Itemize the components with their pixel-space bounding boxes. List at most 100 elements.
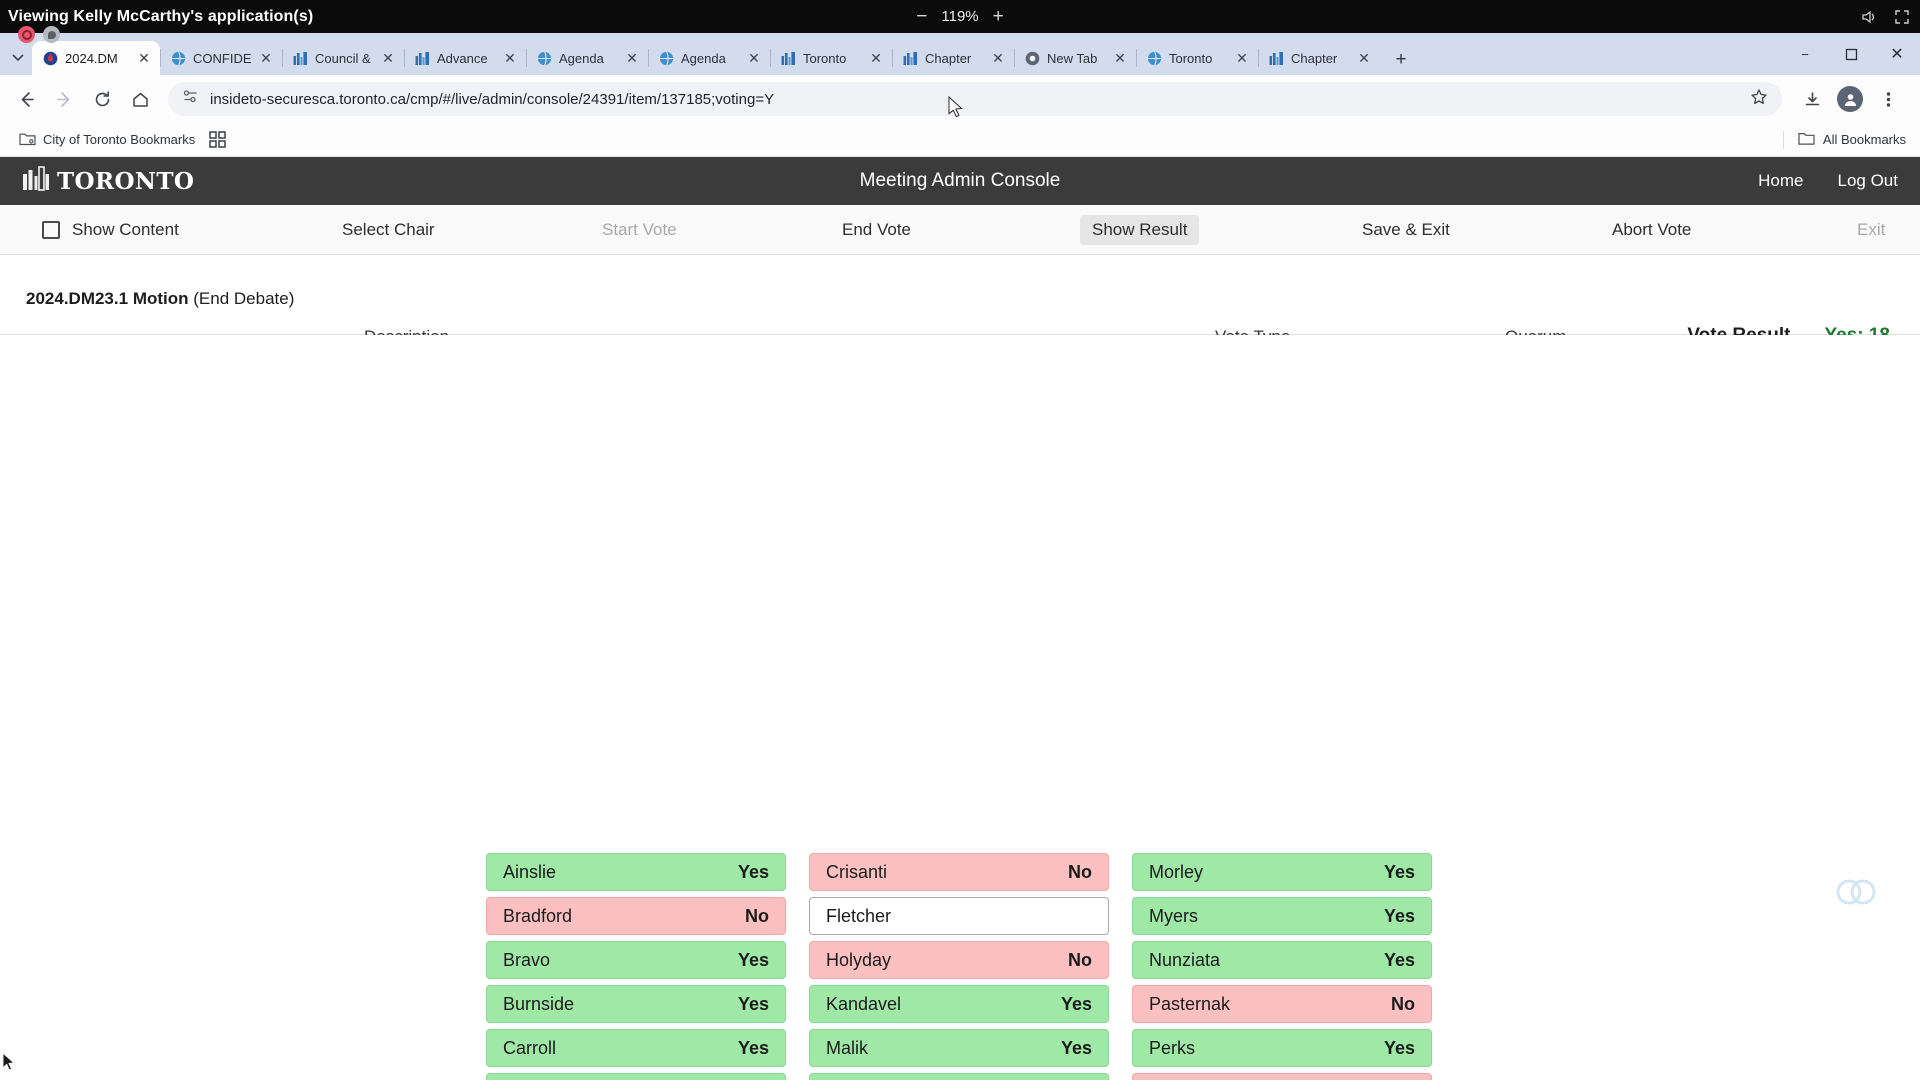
tab-close-icon[interactable]: ✕ bbox=[379, 49, 397, 67]
address-bar[interactable]: insideto-securesca.toronto.ca/cmp/#/live… bbox=[168, 82, 1782, 116]
tab-close-icon[interactable]: ✕ bbox=[623, 49, 641, 67]
vote-value: Yes bbox=[1383, 1037, 1415, 1058]
pointer-share-icon[interactable] bbox=[43, 26, 60, 43]
header-link-logout[interactable]: Log Out bbox=[1838, 171, 1899, 191]
action-save-exit[interactable]: Save & Exit bbox=[1350, 215, 1462, 245]
bookmark-folder-city-of-toronto[interactable]: City of Toronto Bookmarks bbox=[12, 127, 202, 153]
vote-column-1: Ainslie Yes Bradford No Bravo Yes Burnside Yes C… bbox=[486, 853, 786, 1080]
vote-row[interactable]: Bravo Yes bbox=[486, 941, 786, 979]
chrome-menu-icon[interactable] bbox=[1870, 81, 1906, 117]
tab-title: Chapter bbox=[925, 50, 972, 66]
record-icon[interactable] bbox=[18, 26, 35, 43]
vote-row[interactable]: Pasternak No bbox=[1132, 985, 1432, 1023]
show-content-checkbox[interactable] bbox=[42, 220, 60, 239]
vote-row[interactable]: Carroll Yes bbox=[486, 1029, 786, 1067]
vote-row[interactable]: Nunziata Yes bbox=[1132, 941, 1432, 979]
councillor-name: Ainslie bbox=[503, 861, 557, 882]
new-tab-button[interactable]: + bbox=[1386, 45, 1416, 75]
maximize-button[interactable] bbox=[1828, 33, 1874, 75]
action-label: Start Vote bbox=[602, 219, 677, 239]
apps-grid-icon[interactable] bbox=[202, 127, 233, 152]
browser-tab-8[interactable]: Chapter ✕ bbox=[892, 41, 1014, 75]
motion-meta-row: 2024.DM23.1 Motion (End Debate) bbox=[0, 255, 1920, 335]
vote-row[interactable]: ChengYes bbox=[486, 1073, 786, 1080]
chrome-icon bbox=[1025, 51, 1040, 65]
app-header: TORONTO Meeting Admin Console Home Log O… bbox=[0, 157, 1920, 205]
browser-tab-7[interactable]: Toronto ✕ bbox=[770, 41, 892, 75]
tab-close-icon[interactable]: ✕ bbox=[135, 49, 153, 67]
toronto-building-icon bbox=[415, 51, 429, 65]
vote-row[interactable]: Myers Yes bbox=[1132, 897, 1432, 935]
downloads-icon[interactable] bbox=[1794, 81, 1830, 117]
browser-tab-6[interactable]: Agenda ✕ bbox=[648, 41, 770, 75]
tab-title: 2024.DM bbox=[65, 50, 118, 66]
back-icon[interactable] bbox=[8, 81, 44, 117]
browser-tab-9[interactable]: New Tab ✕ bbox=[1014, 41, 1136, 75]
action-show-content[interactable]: Show Content bbox=[30, 215, 191, 245]
vote-value: Yes bbox=[1060, 993, 1092, 1014]
action-label: End Vote bbox=[842, 219, 912, 239]
fullscreen-icon[interactable] bbox=[1894, 9, 1910, 25]
header-link-home[interactable]: Home bbox=[1758, 171, 1803, 191]
vote-row[interactable]: Holyday No bbox=[809, 941, 1109, 979]
action-label: Show Content bbox=[72, 219, 179, 239]
vote-row[interactable]: MantasYes bbox=[809, 1073, 1109, 1080]
browser-tab-10[interactable]: Toronto ✕ bbox=[1136, 41, 1258, 75]
close-window-button[interactable]: ✕ bbox=[1874, 33, 1920, 75]
action-end-vote[interactable]: End Vote bbox=[830, 215, 923, 245]
tab-close-icon[interactable]: ✕ bbox=[1111, 49, 1129, 67]
zoom-out-button[interactable]: − bbox=[916, 7, 927, 26]
browser-tab-4[interactable]: Advance ✕ bbox=[404, 41, 526, 75]
vote-row[interactable]: Malik Yes bbox=[809, 1029, 1109, 1067]
tab-close-icon[interactable]: ✕ bbox=[501, 49, 519, 67]
browser-tab-3[interactable]: Council & ✕ bbox=[282, 41, 404, 75]
toronto-building-icon bbox=[414, 50, 431, 67]
tab-close-icon[interactable]: ✕ bbox=[745, 49, 763, 67]
tab-close-icon[interactable]: ✕ bbox=[257, 49, 275, 67]
vote-row[interactable]: Crisanti No bbox=[809, 853, 1109, 891]
action-show-result[interactable]: Show Result bbox=[1080, 214, 1200, 245]
minimize-button[interactable]: − bbox=[1782, 33, 1828, 75]
tab-list: 2024.DM ✕ CONFIDE ✕ Council & ✕ Advance ✕ Agenda… bbox=[32, 41, 1380, 75]
profile-avatar[interactable] bbox=[1832, 81, 1868, 117]
action-label: Exit bbox=[1857, 219, 1886, 239]
browser-tab-2[interactable]: CONFIDE ✕ bbox=[160, 41, 282, 75]
action-abort-vote[interactable]: Abort Vote bbox=[1600, 215, 1703, 245]
vote-row[interactable]: Burnside Yes bbox=[486, 985, 786, 1023]
forward-icon[interactable] bbox=[46, 81, 82, 117]
tab-close-icon[interactable]: ✕ bbox=[989, 49, 1007, 67]
zoom-in-button[interactable]: + bbox=[993, 7, 1004, 26]
bookmark-star-icon[interactable] bbox=[1750, 88, 1768, 110]
vote-value: Yes bbox=[737, 949, 769, 970]
vote-row[interactable]: Morley Yes bbox=[1132, 853, 1432, 891]
toronto-building-icon bbox=[1269, 51, 1283, 65]
councillor-name: Kandavel bbox=[826, 993, 902, 1014]
vote-column-2: Crisanti No Fletcher Holyday No Kandavel Yes Ma… bbox=[809, 853, 1109, 1080]
councillor-name: Morley bbox=[1149, 861, 1204, 882]
tab-close-icon[interactable]: ✕ bbox=[1233, 49, 1251, 67]
vote-row[interactable]: Perks Yes bbox=[1132, 1029, 1432, 1067]
browser-tab-1[interactable]: 2024.DM ✕ bbox=[32, 41, 160, 75]
sound-icon[interactable] bbox=[1860, 8, 1878, 26]
browser-tab-11[interactable]: Chapter ✕ bbox=[1258, 41, 1380, 75]
all-bookmarks-entry[interactable]: All Bookmarks bbox=[1782, 130, 1910, 149]
vote-row[interactable]: Kandavel Yes bbox=[809, 985, 1109, 1023]
vote-row[interactable]: Ainslie Yes bbox=[486, 853, 786, 891]
toronto-building-icon bbox=[781, 51, 795, 65]
browser-tab-5[interactable]: Agenda ✕ bbox=[526, 41, 648, 75]
tab-close-icon[interactable]: ✕ bbox=[867, 49, 885, 67]
vote-row[interactable]: PerruzzaNo bbox=[1132, 1073, 1432, 1080]
bookmark-folder-label: City of Toronto Bookmarks bbox=[43, 132, 196, 147]
action-start-vote: Start Vote bbox=[590, 215, 689, 245]
site-settings-icon[interactable] bbox=[182, 88, 199, 110]
action-select-chair[interactable]: Select Chair bbox=[330, 215, 447, 245]
tab-title: Agenda bbox=[681, 50, 726, 66]
reload-icon[interactable] bbox=[84, 81, 120, 117]
motion-identifier: 2024.DM23.1 Motion (End Debate) bbox=[26, 289, 294, 309]
vote-row[interactable]: Fletcher bbox=[809, 897, 1109, 935]
vote-row[interactable]: Bradford No bbox=[486, 897, 786, 935]
councillor-name: Burnside bbox=[503, 993, 575, 1014]
tab-close-icon[interactable]: ✕ bbox=[1355, 49, 1373, 67]
home-icon[interactable] bbox=[122, 81, 158, 117]
tab-search-chevron-icon[interactable] bbox=[4, 41, 32, 75]
